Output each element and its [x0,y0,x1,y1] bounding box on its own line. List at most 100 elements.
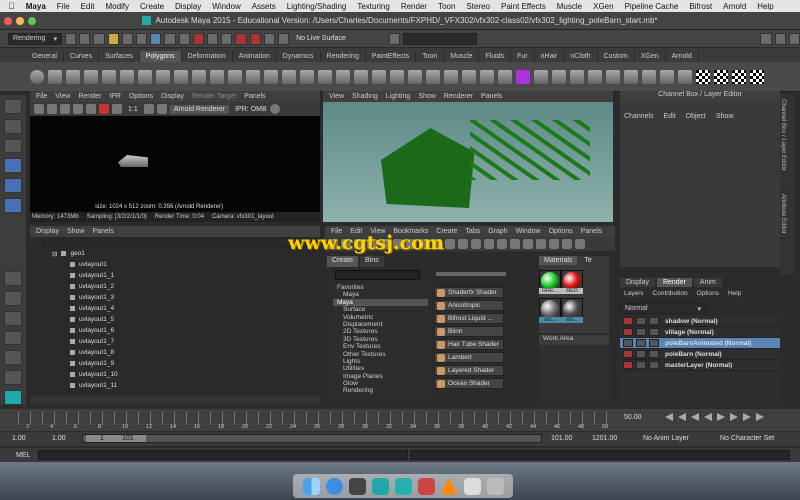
history-icon[interactable] [221,32,233,45]
tab-bins[interactable]: Bins [360,256,384,267]
play-forward-icon[interactable] [717,413,725,421]
viewport-menu-renderer[interactable]: Renderer [444,93,473,100]
paint-select-icon[interactable] [4,138,22,154]
layer-row-selected[interactable]: poleBarnAnimated (Normal) [620,338,780,349]
mac-menu-8[interactable]: Lighting/Shading [287,2,347,11]
end-time-field[interactable]: 1201.00 [592,433,617,444]
tree-item[interactable]: Displacement [333,321,428,328]
extrude-icon[interactable] [444,69,458,84]
save-icon[interactable] [79,32,91,45]
fill-hole-icon[interactable] [354,69,368,84]
keep-image-icon[interactable] [143,104,154,114]
list-item[interactable]: uvlayout1_2 [30,281,320,292]
render-toggle-icon[interactable] [623,317,633,325]
reduce-icon[interactable] [318,69,332,84]
layer-row[interactable]: masterLayer (Normal) [620,360,780,371]
rotate-tool-icon[interactable] [4,178,22,194]
work-area-tab[interactable]: Work Area [539,335,609,345]
safari-icon[interactable] [325,477,343,495]
layout-outliner-icon[interactable] [4,330,22,346]
outliner-menu-panels[interactable]: Panels [92,228,113,235]
combine-icon[interactable] [228,69,242,84]
render-menu-panels[interactable]: Panels [244,93,265,100]
shelf-tab-muscle[interactable]: Muscle [444,51,480,62]
mac-menu-0[interactable]: Maya [26,2,46,11]
range-slider-handle[interactable] [86,435,146,442]
live-surface-label[interactable]: No Live Surface [296,35,346,42]
hs-tool-19-icon[interactable] [562,239,572,249]
list-item[interactable]: uvlayout1_4 [30,303,320,314]
attribute-editor-toggle-icon[interactable] [774,32,786,45]
shelf-tab-surfaces[interactable]: Surfaces [99,51,140,62]
layer-override-icon[interactable] [649,317,659,325]
layer-override-icon[interactable] [649,361,659,369]
viewport-menu-show[interactable]: Show [418,93,436,100]
tree-item[interactable]: Maya [333,291,428,298]
offset-loop-icon[interactable] [426,69,440,84]
list-item[interactable]: uvlayout1_8 [30,347,320,358]
outliner-scrollbar[interactable] [30,396,320,404]
shelf-tab-arnold[interactable]: Arnold [666,51,699,62]
app-icon[interactable] [463,477,481,495]
snap-view-icon[interactable] [206,32,219,45]
list-item[interactable]: uvlayout1_1 [30,270,320,281]
playback-end-field[interactable]: 101.00 [551,433,572,444]
mac-menu-14[interactable]: Muscle [557,2,582,11]
unfold-icon[interactable] [624,69,638,84]
viewport-menu-lighting[interactable]: Lighting [386,93,411,100]
shader-item[interactable]: Layered Shader [434,365,504,376]
poly-helix-icon[interactable] [192,69,206,84]
go-to-end-icon[interactable] [756,413,764,421]
poly-prism-icon[interactable] [138,69,152,84]
mirror-icon[interactable] [336,69,350,84]
shelf-tab-toon[interactable]: Toon [416,51,445,62]
poly-torus-icon[interactable] [120,69,134,84]
node-search-input[interactable] [335,270,420,280]
open-icon[interactable] [93,32,105,45]
tree-item[interactable]: Utilities [333,365,428,372]
outliner-root[interactable]: ⊟ geo1 [30,248,320,259]
layout-hypershade-icon[interactable] [4,370,22,386]
tree-item[interactable]: Rendering [333,387,428,394]
alpha-channel-icon[interactable] [112,104,122,114]
shelf-tab-painteffects[interactable]: PaintEffects [366,51,417,62]
select-hierarchy-icon[interactable] [107,32,119,45]
poly-soccer-icon[interactable] [210,69,224,84]
shelf-tab-curves[interactable]: Curves [64,51,100,62]
checker-3-icon[interactable] [732,69,746,84]
tree-item[interactable]: Volumetric [333,314,428,321]
tree-item[interactable]: 2D Textures [333,328,428,335]
tab-textures[interactable]: Te [579,256,597,265]
start-time-field[interactable]: 1.00 [12,433,26,444]
tree-item[interactable]: Lights [333,358,428,365]
checker-4-icon[interactable] [750,69,764,84]
contribution-menu[interactable]: Contribution [653,290,688,297]
shader-item[interactable]: Blinn [434,326,504,337]
input-box-icon[interactable] [388,32,401,45]
mac-menu-11[interactable]: Toon [438,2,455,11]
layer-visibility-icon[interactable] [636,339,646,347]
edit-menu[interactable]: Edit [664,113,676,120]
hs-tool-14-icon[interactable] [497,239,507,249]
mac-menu-15[interactable]: XGen [593,2,613,11]
remove-image-icon[interactable] [156,104,167,114]
render-menu-options[interactable]: Options [129,93,153,100]
uv-editor-icon[interactable] [534,69,548,84]
step-back-icon[interactable] [691,413,699,421]
mel-input[interactable] [38,450,408,460]
layer-tab-display[interactable]: Display [620,278,655,287]
side-tab-channel-box[interactable]: Channel Box / Layer Editor [780,95,786,190]
debris-model[interactable] [470,120,590,180]
play-back-icon[interactable] [704,413,712,421]
refresh-icon[interactable] [60,104,70,114]
mac-menu-9[interactable]: Texturing [357,2,389,11]
tree-item[interactable]: Other Textures [333,351,428,358]
mode-dropdown[interactable]: Rendering ▾ [8,32,63,45]
character-set-dropdown[interactable]: No Character Set [720,433,774,444]
layer-tab-render[interactable]: Render [656,278,692,287]
side-tab-attribute-editor[interactable]: Attribute Editor [780,190,786,239]
object-menu[interactable]: Object [686,113,706,120]
append-icon[interactable] [372,69,386,84]
show-menu[interactable]: Show [716,113,734,120]
photo-app-icon[interactable] [417,477,435,495]
